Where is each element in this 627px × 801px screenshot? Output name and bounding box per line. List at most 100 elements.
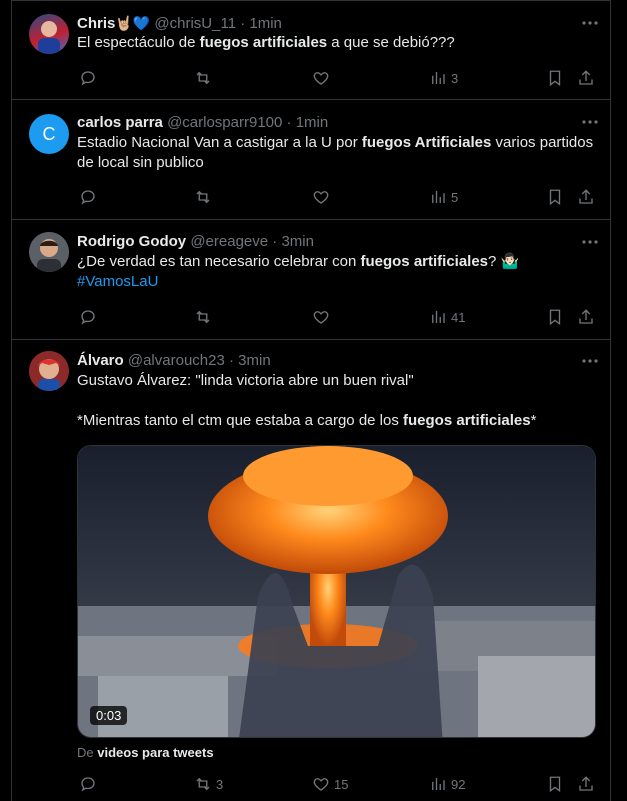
avatar-letter: C bbox=[42, 123, 56, 144]
timeline: Chris🤘🏼💙 @chrisU_11 · 1min El espectácul… bbox=[11, 0, 611, 801]
video-thumbnail bbox=[78, 446, 595, 737]
tweet-text: El espectáculo de fuegos artificiales a … bbox=[77, 33, 598, 53]
tweet-alvaro[interactable]: Álvaro @alvarouch23 · 3min Gustavo Álvar… bbox=[12, 340, 610, 801]
like-button[interactable] bbox=[312, 187, 330, 207]
avatar-image bbox=[29, 232, 69, 272]
retweet-button[interactable] bbox=[194, 187, 212, 207]
tweet-text: Gustavo Álvarez: "linda victoria abre un… bbox=[77, 371, 598, 431]
more-icon[interactable] bbox=[580, 112, 600, 132]
bookmark-icon bbox=[546, 775, 564, 793]
views-icon bbox=[429, 775, 447, 793]
retweet-icon bbox=[194, 308, 212, 326]
more-icon[interactable] bbox=[580, 351, 600, 371]
views-button[interactable]: 5 bbox=[429, 187, 458, 207]
tweet-actions: 5 bbox=[12, 187, 610, 207]
user-handle[interactable]: @ereageve bbox=[190, 233, 268, 250]
text-line: Gustavo Álvarez: "linda victoria abre un… bbox=[77, 372, 414, 389]
user-name[interactable]: Chris bbox=[77, 15, 115, 32]
tweet-text: ¿De verdad es tan necesario celebrar con… bbox=[77, 252, 598, 292]
separator: · bbox=[286, 114, 292, 131]
reply-button[interactable] bbox=[79, 187, 97, 207]
reply-icon bbox=[79, 188, 97, 206]
avatar[interactable]: C bbox=[29, 114, 69, 154]
views-button[interactable]: 3 bbox=[429, 68, 458, 88]
views-icon bbox=[429, 308, 447, 326]
retweet-count: 3 bbox=[216, 776, 224, 792]
retweet-button[interactable]: 3 bbox=[194, 774, 223, 794]
text-segment: ¿De verdad es tan necesario celebrar con bbox=[77, 253, 361, 270]
bookmark-icon bbox=[546, 308, 564, 326]
tweet-actions: 41 bbox=[12, 307, 610, 327]
reply-icon bbox=[79, 308, 97, 326]
views-button[interactable]: 41 bbox=[429, 307, 465, 327]
views-count: 92 bbox=[451, 776, 466, 792]
text-segment: *Mientras tanto el ctm que estaba a carg… bbox=[77, 412, 404, 429]
reply-icon bbox=[79, 775, 97, 793]
text-segment: ? 🤷🏻‍♂️ bbox=[488, 253, 520, 270]
tweet-text: Estadio Nacional Van a castigar a la U p… bbox=[77, 133, 598, 173]
highlight-text: fuegos Artificiales bbox=[361, 134, 492, 151]
reply-button[interactable] bbox=[79, 774, 97, 794]
user-name[interactable]: Rodrigo Godoy bbox=[77, 233, 186, 250]
retweet-icon bbox=[194, 69, 212, 87]
user-name[interactable]: Álvaro bbox=[77, 352, 124, 369]
tweet-header: Álvaro @alvarouch23 · 3min bbox=[77, 351, 598, 371]
hashtag-link[interactable]: #VamosLaU bbox=[77, 273, 158, 290]
timestamp[interactable]: 3min bbox=[238, 352, 271, 369]
source-link[interactable]: videos para tweets bbox=[97, 745, 213, 760]
tweet-header: carlos parra @carlosparr9100 · 1min bbox=[77, 113, 598, 133]
like-button[interactable] bbox=[312, 307, 330, 327]
timestamp[interactable]: 3min bbox=[281, 233, 314, 250]
share-icon bbox=[577, 188, 595, 206]
user-name[interactable]: carlos parra bbox=[77, 114, 163, 131]
video-duration: 0:03 bbox=[90, 706, 128, 725]
text-segment: * bbox=[530, 412, 537, 429]
user-handle[interactable]: @alvarouch23 bbox=[128, 352, 225, 369]
text-segment: Estadio Nacional Van a castigar a la U p… bbox=[77, 134, 362, 151]
views-count: 5 bbox=[451, 189, 459, 205]
like-icon bbox=[312, 188, 330, 206]
bookmark-button[interactable] bbox=[546, 187, 564, 207]
share-button[interactable] bbox=[577, 307, 595, 327]
timestamp[interactable]: 1min bbox=[249, 15, 282, 32]
separator: · bbox=[228, 352, 234, 369]
tweet-chris[interactable]: Chris🤘🏼💙 @chrisU_11 · 1min El espectácul… bbox=[12, 0, 610, 100]
share-button[interactable] bbox=[577, 774, 595, 794]
share-button[interactable] bbox=[577, 187, 595, 207]
retweet-button[interactable] bbox=[194, 68, 212, 88]
more-icon[interactable] bbox=[580, 13, 600, 33]
source-prefix: De bbox=[77, 745, 98, 760]
bookmark-button[interactable] bbox=[546, 307, 564, 327]
avatar[interactable] bbox=[29, 232, 69, 272]
bookmark-button[interactable] bbox=[546, 68, 564, 88]
share-icon bbox=[577, 69, 595, 87]
highlight-text: fuegos artificiales bbox=[403, 412, 531, 429]
avatar-image bbox=[38, 21, 60, 54]
more-icon[interactable] bbox=[580, 232, 600, 252]
separator: · bbox=[272, 233, 278, 250]
bookmark-button[interactable] bbox=[546, 774, 564, 794]
user-handle[interactable]: @chrisU_11 bbox=[154, 15, 236, 32]
reply-button[interactable] bbox=[79, 307, 97, 327]
video-player[interactable]: 0:03 bbox=[77, 445, 596, 738]
like-button[interactable] bbox=[312, 68, 330, 88]
like-icon bbox=[312, 775, 330, 793]
retweet-icon bbox=[194, 775, 212, 793]
tweet-rodrigo[interactable]: Rodrigo Godoy @ereageve · 3min ¿De verda… bbox=[12, 220, 610, 340]
bookmark-icon bbox=[546, 188, 564, 206]
avatar-image bbox=[29, 351, 69, 391]
retweet-icon bbox=[194, 188, 212, 206]
tweet-carlos[interactable]: C carlos parra @carlosparr9100 · 1min Es… bbox=[12, 100, 610, 220]
like-icon bbox=[312, 69, 330, 87]
reply-button[interactable] bbox=[79, 68, 97, 88]
avatar[interactable] bbox=[29, 14, 69, 54]
avatar[interactable] bbox=[29, 351, 69, 391]
user-handle[interactable]: @carlosparr9100 bbox=[167, 114, 282, 131]
text-segment: a que se debió??? bbox=[327, 34, 455, 51]
share-button[interactable] bbox=[577, 68, 595, 88]
retweet-button[interactable] bbox=[194, 307, 212, 327]
like-button[interactable]: 15 bbox=[312, 774, 348, 794]
views-count: 41 bbox=[451, 309, 466, 325]
timestamp[interactable]: 1min bbox=[296, 114, 329, 131]
views-button[interactable]: 92 bbox=[429, 774, 465, 794]
